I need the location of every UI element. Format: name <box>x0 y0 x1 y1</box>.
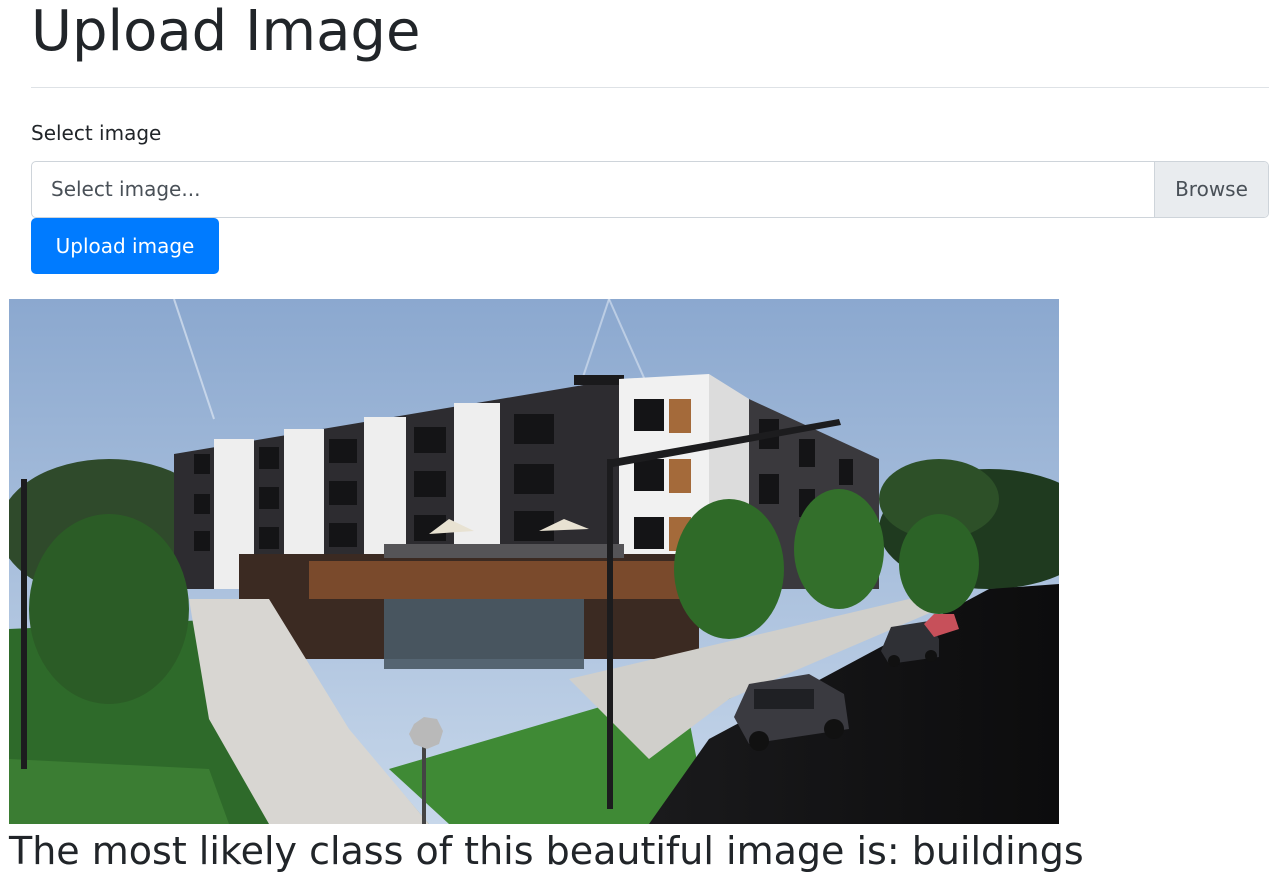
prediction-result: The most likely class of this beautiful … <box>9 829 1084 873</box>
upload-image-button[interactable]: Upload image <box>31 218 219 274</box>
browse-button[interactable]: Browse <box>1154 162 1268 217</box>
title-divider <box>31 87 1269 88</box>
page-title: Upload Image <box>31 0 421 64</box>
select-image-label: Select image <box>31 121 162 145</box>
file-input[interactable]: Select image... Browse <box>31 161 1269 218</box>
file-input-placeholder[interactable]: Select image... <box>51 162 200 217</box>
uploaded-image <box>9 299 1059 824</box>
